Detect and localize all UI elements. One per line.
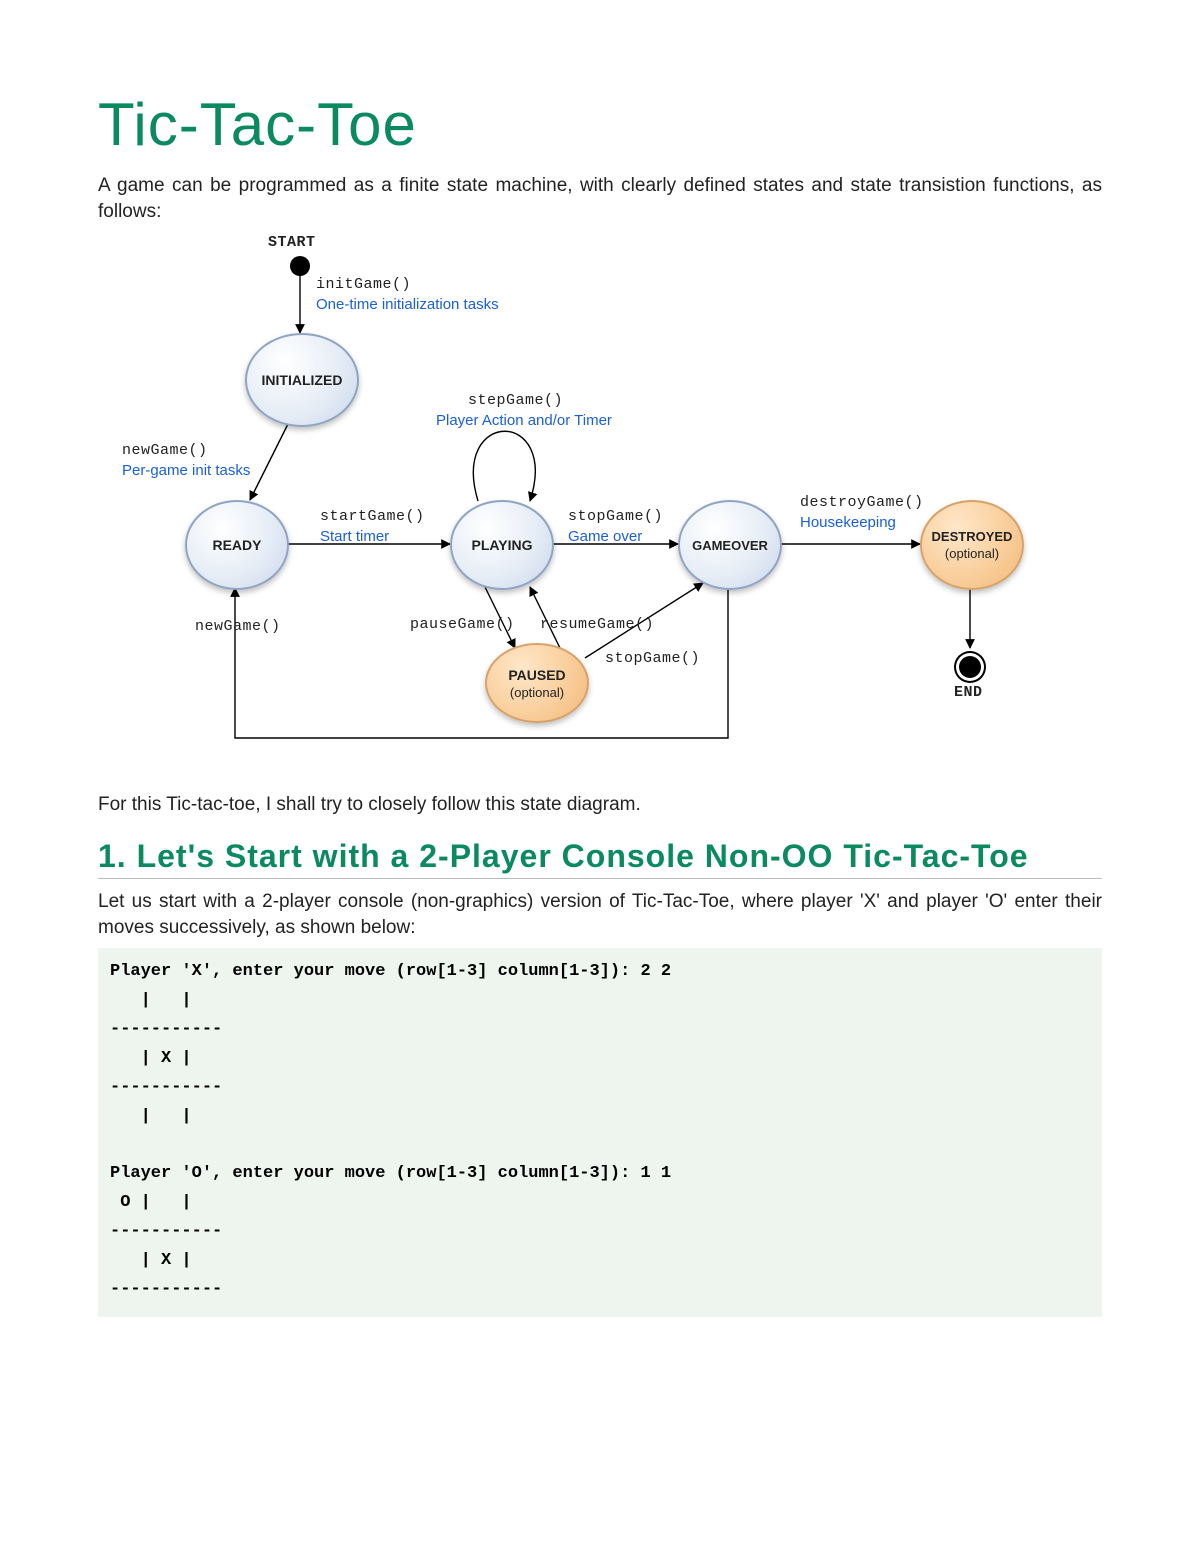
trans-destroygame-desc: Housekeeping — [800, 514, 896, 531]
state-gameover-label: GAMEOVER — [692, 538, 768, 553]
state-initialized-label: INITIALIZED — [262, 372, 343, 388]
state-ready-label: READY — [212, 537, 261, 553]
document-page: Tic-Tac-Toe A game can be programmed as … — [0, 0, 1200, 1553]
state-ready: READY — [185, 500, 289, 590]
trans-pausegame: pauseGame() — [410, 616, 515, 633]
state-playing: PLAYING — [450, 500, 554, 590]
trans-stopgame: stopGame() — [568, 508, 663, 525]
trans-stopgame-paused: stopGame() — [605, 650, 700, 667]
state-paused-label: PAUSED — [508, 667, 565, 683]
trans-startgame-desc: Start timer — [320, 528, 389, 545]
state-diagram-wrapper: START INITIALIZED READY PLAYING GAMEOVER… — [98, 238, 1102, 768]
trans-initgame: initGame() — [316, 276, 411, 293]
start-node — [290, 256, 310, 276]
state-paused-sub: (optional) — [510, 685, 564, 700]
end-node — [959, 656, 981, 678]
state-initialized: INITIALIZED — [245, 333, 359, 427]
state-destroyed-label: DESTROYED — [932, 529, 1013, 544]
state-destroyed: DESTROYED (optional) — [920, 500, 1024, 590]
trans-stepgame-desc: Player Action and/or Timer — [436, 412, 612, 429]
follow-paragraph: For this Tic-tac-toe, I shall try to clo… — [98, 792, 1102, 818]
start-label: START — [268, 234, 316, 251]
state-paused: PAUSED (optional) — [485, 643, 589, 723]
trans-newgame-back: newGame() — [195, 618, 281, 635]
trans-initgame-desc: One-time initialization tasks — [316, 296, 499, 313]
state-destroyed-sub: (optional) — [945, 546, 999, 561]
section-1-heading: 1. Let's Start with a 2-Player Console N… — [98, 836, 1102, 876]
trans-resumegame: resumeGame() — [540, 616, 654, 633]
page-title: Tic-Tac-Toe — [98, 90, 1102, 159]
trans-newgame-desc: Per-game init tasks — [122, 462, 250, 479]
trans-newgame: newGame() — [122, 442, 208, 459]
console-output: Player 'X', enter your move (row[1-3] co… — [98, 948, 1102, 1317]
trans-stepgame: stepGame() — [468, 392, 563, 409]
section-rule — [98, 878, 1102, 879]
state-playing-label: PLAYING — [472, 537, 533, 553]
state-diagram: START INITIALIZED READY PLAYING GAMEOVER… — [130, 238, 1070, 768]
trans-destroygame: destroyGame() — [800, 494, 924, 511]
end-label: END — [954, 684, 983, 701]
trans-stopgame-desc: Game over — [568, 528, 642, 545]
trans-startgame: startGame() — [320, 508, 425, 525]
diagram-arrows — [130, 238, 1070, 768]
state-gameover: GAMEOVER — [678, 500, 782, 590]
intro-paragraph: A game can be programmed as a finite sta… — [98, 173, 1102, 224]
section-1-intro: Let us start with a 2-player console (no… — [98, 889, 1102, 940]
